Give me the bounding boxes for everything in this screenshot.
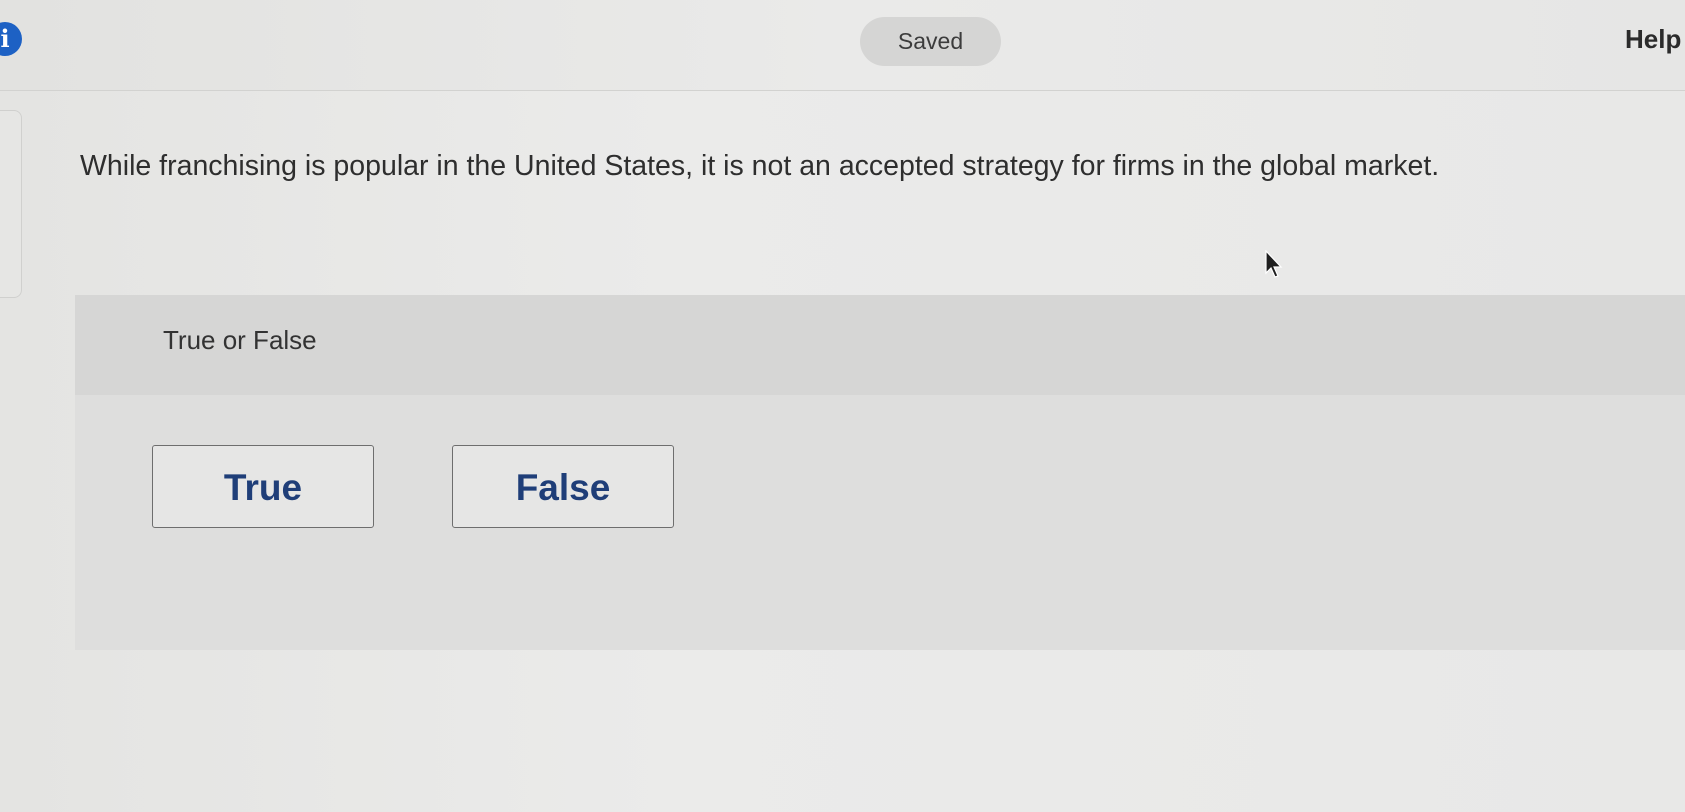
true-button[interactable]: True: [152, 445, 374, 528]
answer-panel-header: True or False: [75, 295, 1685, 395]
help-link[interactable]: Help: [1625, 24, 1681, 55]
mouse-pointer-icon: [1265, 250, 1283, 278]
prompt-label: True or False: [163, 325, 317, 355]
page: i Saved Help While franchising is popula…: [0, 0, 1685, 812]
info-icon[interactable]: i: [0, 22, 22, 56]
answer-panel: True or False True False: [75, 295, 1685, 650]
saved-status-badge: Saved: [860, 17, 1001, 66]
top-bar: i Saved Help: [0, 0, 1685, 91]
question-text: While franchising is popular in the Unit…: [80, 150, 1440, 182]
side-panel-tab[interactable]: [0, 110, 22, 298]
false-button[interactable]: False: [452, 445, 674, 528]
